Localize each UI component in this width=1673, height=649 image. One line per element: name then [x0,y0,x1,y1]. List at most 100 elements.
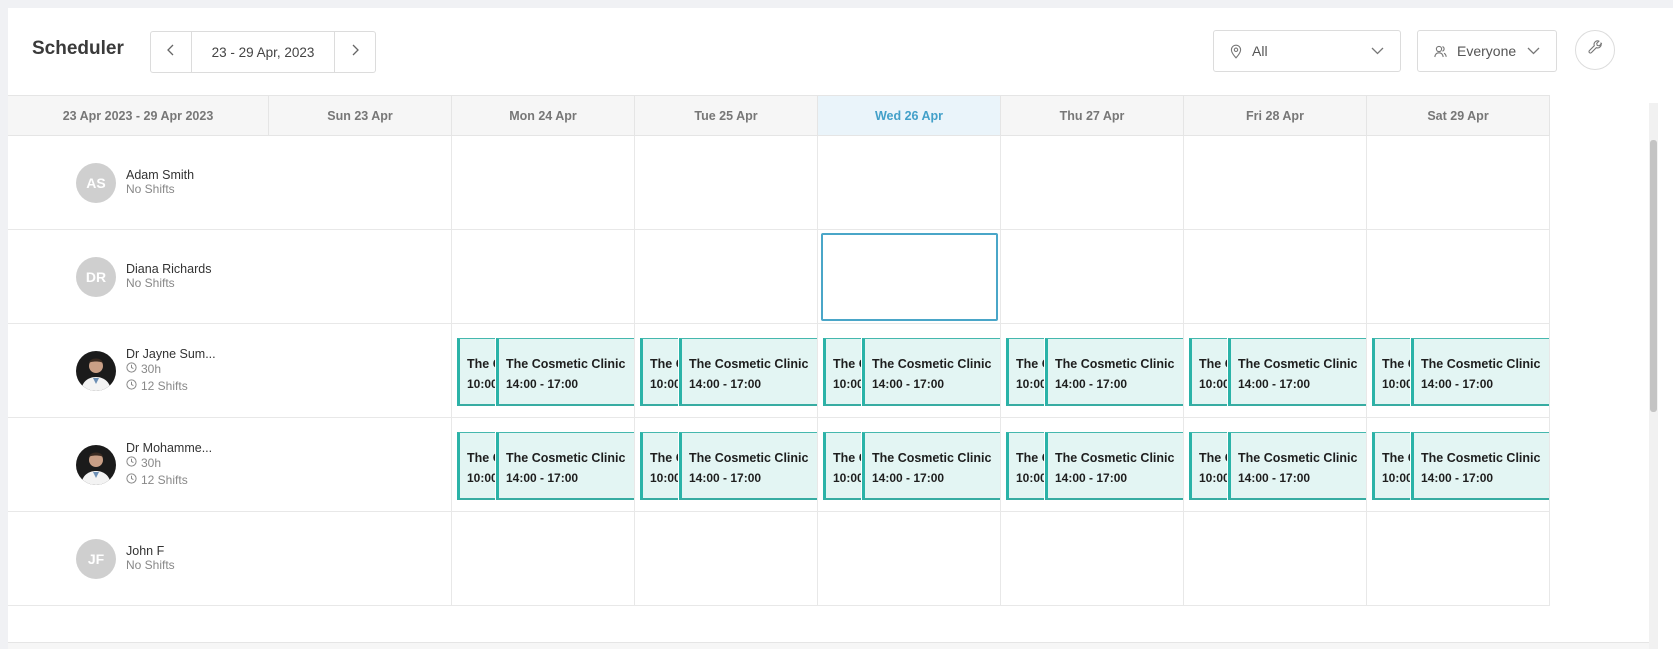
scrollbar-thumb[interactable] [1650,140,1657,412]
shift-location: The Cosmetic Clinic [1199,357,1227,371]
selected-day-cell[interactable] [818,230,1001,324]
day-cell[interactable] [269,230,452,324]
shift-block[interactable]: The Cosmetic Clinic 14:00 - 17:00 [496,338,634,406]
day-cell[interactable] [635,512,818,606]
shift-count: 12 Shifts [126,473,188,487]
day-cell[interactable] [269,136,452,230]
day-header[interactable]: Sun 23 Apr [269,95,452,136]
shift-location: The Cosmetic Clinic [1238,451,1358,465]
day-cell[interactable] [1367,136,1550,230]
shift-block[interactable]: The Cosmetic Clinic 14:00 - 17:00 [1045,338,1183,406]
staff-filter-value: Everyone [1457,43,1517,59]
shift-location: The Cosmetic Clinic [689,451,809,465]
day-cell[interactable] [1001,136,1184,230]
employee-row-header[interactable]: Dr Jayne Sum... 30h 12 Shifts [8,324,288,418]
shift-block[interactable]: The Cosmetic Clinic 10:00 - 13:00 [1189,338,1227,406]
employee-row-header[interactable]: DR Diana Richards No Shifts [8,230,288,324]
day-cell[interactable] [1001,230,1184,324]
day-cell[interactable] [269,512,452,606]
day-cell[interactable] [1001,512,1184,606]
day-cell[interactable] [1184,512,1367,606]
employee-row-header[interactable]: Dr Mohamme... 30h 12 Shifts [8,418,288,512]
day-header[interactable]: Mon 24 Apr [452,95,635,136]
shift-time: 10:00 - 13:00 [1199,377,1227,391]
next-row-peek [8,642,1658,649]
avatar: JF [76,539,116,579]
clock-icon [126,473,141,487]
employee-name: Dr Jayne Sum... [126,347,216,361]
avatar: DR [76,257,116,297]
clock-icon [126,362,141,376]
day-header[interactable]: Sat 29 Apr [1367,95,1550,136]
day-header[interactable]: Thu 27 Apr [1001,95,1184,136]
shift-block[interactable]: The Cosmetic Clinic 10:00 - 13:00 [1372,338,1410,406]
shift-location: The Cosmetic Clinic [650,451,678,465]
shift-block[interactable]: The Cosmetic Clinic 14:00 - 17:00 [679,338,817,406]
shift-location: The Cosmetic Clinic [1199,451,1227,465]
previous-week-button[interactable] [151,32,191,72]
hours-summary: 30h [126,362,161,376]
shift-time: 10:00 - 13:00 [833,471,861,485]
shift-block[interactable]: The Cosmetic Clinic 14:00 - 17:00 [862,338,1000,406]
shift-time: 10:00 - 13:00 [833,377,861,391]
hours-summary: 30h [126,456,161,470]
day-header[interactable]: Wed 26 Apr [818,95,1001,136]
shift-status: No Shifts [126,182,175,196]
shift-block[interactable]: The Cosmetic Clinic 10:00 - 13:00 [1006,338,1044,406]
shift-location: The Cosmetic Clinic [1055,451,1175,465]
day-cell[interactable] [452,512,635,606]
shift-block[interactable]: The Cosmetic Clinic 14:00 - 17:00 [679,432,817,500]
shift-block[interactable]: The Cosmetic Clinic 10:00 - 13:00 [640,432,678,500]
day-cell[interactable] [1367,230,1550,324]
location-filter-dropdown[interactable]: All [1213,30,1401,72]
employee-name: John F [126,544,165,558]
next-week-button[interactable] [335,32,375,72]
shift-location: The Cosmetic Clinic [1055,357,1175,371]
shift-block[interactable]: The Cosmetic Clinic 10:00 - 13:00 [823,432,861,500]
day-header[interactable]: Fri 28 Apr [1184,95,1367,136]
chevron-left-icon [166,43,176,61]
shift-block[interactable]: The Cosmetic Clinic 10:00 - 13:00 [457,432,495,500]
shift-block[interactable]: The Cosmetic Clinic 10:00 - 13:00 [823,338,861,406]
shift-block[interactable]: The Cosmetic Clinic 14:00 - 17:00 [1228,432,1366,500]
day-cell[interactable] [269,324,452,418]
clock-icon [126,379,141,393]
shift-block[interactable]: The Cosmetic Clinic 10:00 - 13:00 [457,338,495,406]
day-cell[interactable] [818,136,1001,230]
day-cell[interactable] [1184,136,1367,230]
shift-block[interactable]: The Cosmetic Clinic 14:00 - 17:00 [496,432,634,500]
day-cell[interactable] [1184,230,1367,324]
employee-row-header[interactable]: AS Adam Smith No Shifts [8,136,288,230]
shift-block[interactable]: The Cosmetic Clinic 10:00 - 13:00 [1006,432,1044,500]
day-cell[interactable] [818,512,1001,606]
day-cell[interactable] [635,230,818,324]
day-cell[interactable] [269,418,452,512]
day-cell[interactable] [635,136,818,230]
day-header[interactable]: Tue 25 Apr [635,95,818,136]
day-cell[interactable] [1367,512,1550,606]
settings-button[interactable] [1575,30,1615,70]
shift-time: 14:00 - 17:00 [506,471,579,485]
staff-filter-dropdown[interactable]: Everyone [1417,30,1557,72]
shift-location: The Cosmetic Clinic [467,451,495,465]
date-range-label[interactable]: 23 - 29 Apr, 2023 [191,32,335,72]
employee-name: Adam Smith [126,168,195,182]
shift-time: 14:00 - 17:00 [872,377,945,391]
shift-count: 12 Shifts [126,379,188,393]
day-cell[interactable] [452,230,635,324]
shift-status: No Shifts [126,558,175,572]
shift-time: 10:00 - 13:00 [650,377,678,391]
day-cell[interactable] [452,136,635,230]
shift-block[interactable]: The Cosmetic Clinic 10:00 - 13:00 [640,338,678,406]
shift-block[interactable]: The Cosmetic Clinic 14:00 - 17:00 [1411,432,1549,500]
shift-block[interactable]: The Cosmetic Clinic 14:00 - 17:00 [862,432,1000,500]
page-title: Scheduler [32,38,124,59]
shift-block[interactable]: The Cosmetic Clinic 14:00 - 17:00 [1228,338,1366,406]
employee-row-header[interactable]: JF John F No Shifts [8,512,288,606]
shift-block[interactable]: The Cosmetic Clinic 10:00 - 13:00 [1372,432,1410,500]
shift-time: 14:00 - 17:00 [1055,471,1128,485]
shift-block[interactable]: The Cosmetic Clinic 14:00 - 17:00 [1411,338,1549,406]
location-filter-value: All [1252,43,1268,59]
shift-block[interactable]: The Cosmetic Clinic 10:00 - 13:00 [1189,432,1227,500]
shift-block[interactable]: The Cosmetic Clinic 14:00 - 17:00 [1045,432,1183,500]
